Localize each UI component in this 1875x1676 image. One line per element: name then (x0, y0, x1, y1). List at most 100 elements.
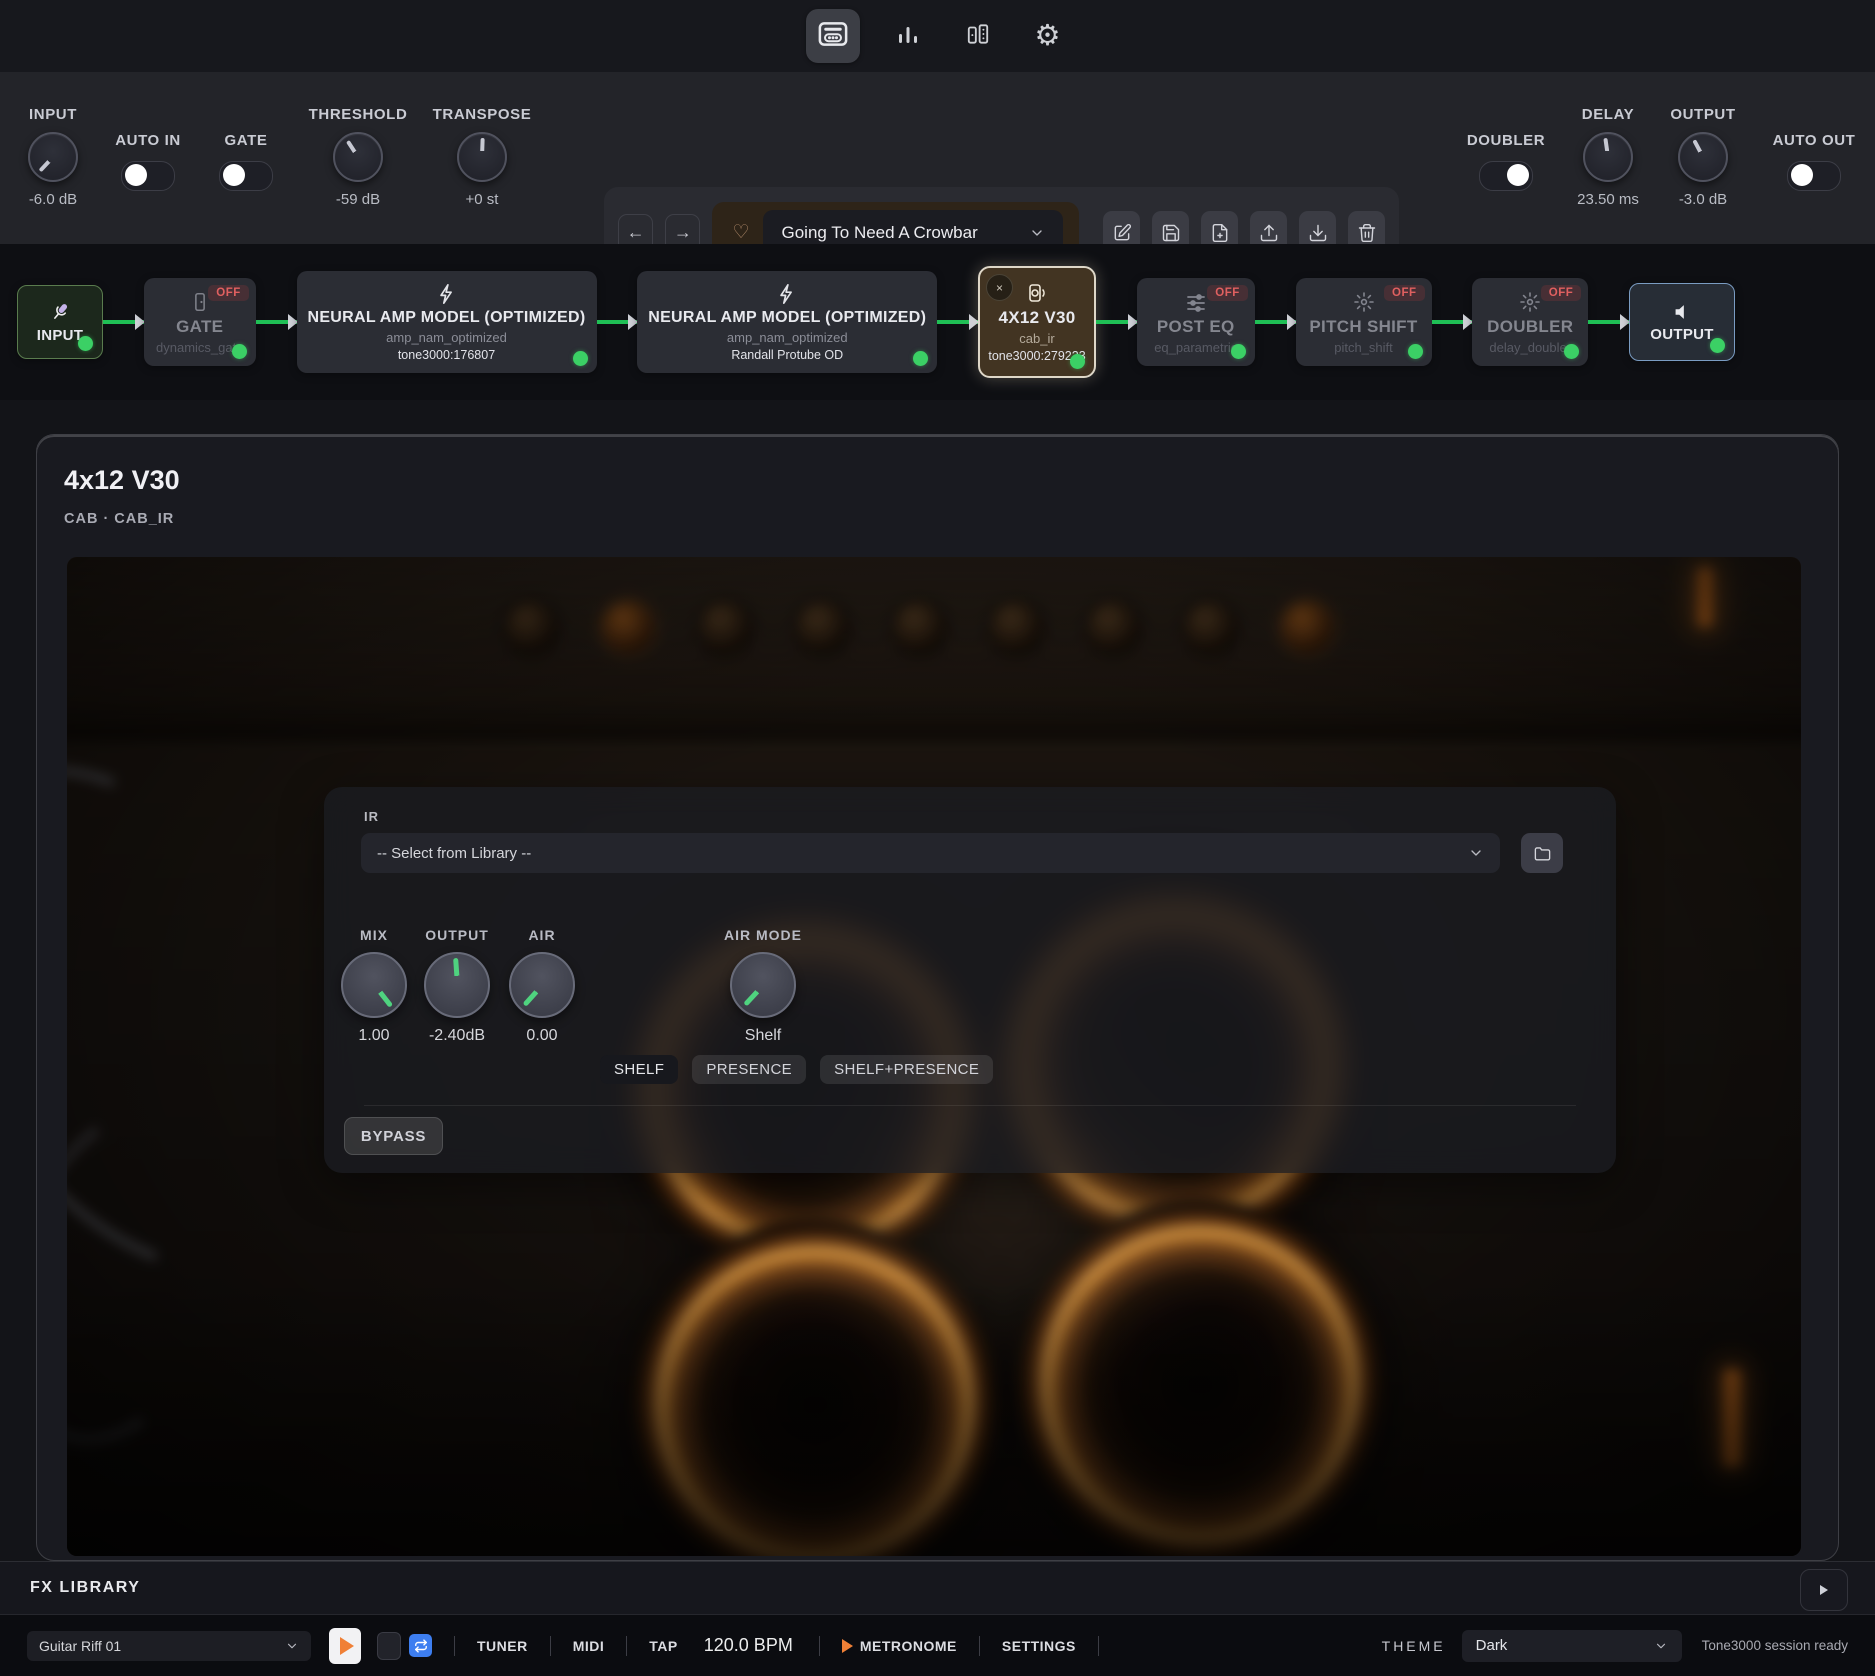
gear-icon: ⚙ (1035, 22, 1061, 51)
chevron-down-icon (1029, 225, 1045, 241)
transpose-label: TRANSPOSE (433, 106, 532, 123)
metronome-button[interactable]: METRONOME (842, 1638, 957, 1654)
levels-view-button[interactable] (886, 14, 930, 58)
air-mode-knob[interactable] (730, 952, 796, 1018)
status-dot (1070, 354, 1085, 369)
mode-presence-button[interactable]: PRESENCE (692, 1055, 806, 1084)
chain-node-post-eq[interactable]: OFF POST EQ eq_parametric (1137, 278, 1255, 366)
favorite-heart-icon[interactable]: ♡ (732, 221, 749, 244)
mode-shelf-presence-button[interactable]: SHELF+PRESENCE (820, 1055, 993, 1084)
separator (1098, 1636, 1099, 1656)
node-title: OUTPUT (1650, 326, 1713, 343)
chain-node-pitch-shift[interactable]: OFF PITCH SHIFT pitch_shift (1296, 278, 1432, 366)
node-title: INPUT (37, 327, 84, 344)
chevron-down-icon (1468, 845, 1484, 861)
sparkle-icon (1518, 290, 1542, 314)
node-subtitle: pitch_shift (1334, 340, 1393, 355)
node-subtitle: dynamics_gate (156, 340, 243, 355)
air-knob-value: 0.00 (526, 1027, 557, 1045)
theme-select[interactable]: Dark (1462, 1630, 1682, 1662)
auto-out-toggle[interactable] (1787, 161, 1841, 191)
chain-connector (256, 320, 297, 324)
node-title: GATE (176, 317, 223, 337)
delay-knob[interactable] (1583, 132, 1633, 182)
mix-knob[interactable] (341, 952, 407, 1018)
separator (626, 1636, 627, 1656)
midi-button[interactable]: MIDI (573, 1638, 605, 1654)
doubler-toggle[interactable] (1479, 161, 1533, 191)
mix-knob-label: MIX (360, 927, 388, 943)
amp-view-button[interactable] (806, 9, 860, 63)
lightning-bolt-icon (776, 282, 798, 306)
theme-label: THEME (1382, 1638, 1446, 1654)
chain-node-cab-selected[interactable]: × 4X12 V30 cab_ir tone3000:279223 (978, 266, 1096, 378)
upload-icon (1259, 223, 1279, 243)
chain-node-output[interactable]: OUTPUT (1629, 283, 1735, 361)
close-icon[interactable]: × (986, 274, 1013, 301)
node-subtitle: amp_nam_optimized (386, 330, 507, 345)
play-arrow-icon (1820, 1585, 1828, 1595)
fx-library-expand-button[interactable] (1800, 1569, 1848, 1611)
gate-toggle[interactable] (219, 161, 273, 191)
node-title: PITCH SHIFT (1309, 317, 1417, 337)
top-view-bar: ⚙ (0, 0, 1875, 72)
clip-loop-checkbox[interactable] (409, 1634, 432, 1657)
node-title: NEURAL AMP MODEL (OPTIMIZED) (307, 309, 585, 327)
air-knob[interactable] (509, 952, 575, 1018)
settings-view-button[interactable]: ⚙ (1026, 14, 1070, 58)
chain-node-amp-1[interactable]: NEURAL AMP MODEL (OPTIMIZED) amp_nam_opt… (297, 271, 597, 373)
node-subtitle: eq_parametric (1154, 340, 1237, 355)
auto-in-toggle[interactable] (121, 161, 175, 191)
tone3000-app: { "colors": {"accent_green": "#1fbf55", … (0, 0, 1875, 1676)
settings-button[interactable]: SETTINGS (1002, 1638, 1076, 1654)
bypass-button[interactable]: BYPASS (344, 1117, 443, 1155)
cabs-view-button[interactable] (956, 14, 1000, 58)
mix-knob-value: 1.00 (358, 1027, 389, 1045)
cab-output-knob[interactable] (424, 952, 490, 1018)
chain-node-doubler[interactable]: OFF DOUBLER delay_doubler (1472, 278, 1588, 366)
session-status: Tone3000 session ready (1702, 1638, 1848, 1653)
chain-node-input[interactable]: INPUT (17, 285, 103, 359)
loop-icon (414, 1639, 428, 1653)
input-knob[interactable] (28, 132, 78, 182)
tuner-button[interactable]: TUNER (477, 1638, 528, 1654)
cab-speaker-icon (1025, 281, 1049, 305)
separator (979, 1636, 980, 1656)
threshold-knob[interactable] (333, 132, 383, 182)
clip-select[interactable]: Guitar Riff 01 (27, 1631, 311, 1661)
clip-select-value: Guitar Riff 01 (39, 1638, 121, 1654)
status-dot (573, 351, 588, 366)
ir-library-select[interactable]: -- Select from Library -- (361, 833, 1500, 873)
tap-tempo-button[interactable]: TAP (649, 1638, 677, 1654)
clip-monitor-checkbox[interactable] (377, 1632, 401, 1660)
air-mode-label: AIR MODE (724, 927, 802, 943)
output-knob[interactable] (1678, 132, 1728, 182)
chain-connector (597, 320, 638, 324)
output-label: OUTPUT (1670, 106, 1735, 123)
clip-play-button[interactable] (329, 1628, 361, 1664)
bpm-value[interactable]: 120.0 BPM (704, 1635, 793, 1656)
output-value: -3.0 dB (1679, 191, 1727, 208)
cab-artwork: IR -- Select from Library -- MIX 1.00 OU… (67, 557, 1801, 1556)
chain-connector (1096, 320, 1137, 324)
edit-icon (1112, 223, 1132, 243)
download-icon (1308, 223, 1328, 243)
save-icon (1161, 223, 1181, 243)
node-model-id: tone3000:176807 (398, 348, 495, 362)
chain-node-amp-2[interactable]: NEURAL AMP MODEL (OPTIMIZED) amp_nam_opt… (637, 271, 937, 373)
transpose-knob[interactable] (457, 132, 507, 182)
ir-select-value: -- Select from Library -- (377, 845, 531, 862)
status-dot (1231, 344, 1246, 359)
mode-shelf-button[interactable]: SHELF (600, 1055, 678, 1084)
cab-editor-panel: 4x12 V30 CAB · CAB_IR IR (36, 434, 1839, 1561)
node-subtitle: amp_nam_optimized (727, 330, 848, 345)
delay-value: 23.50 ms (1577, 191, 1639, 208)
node-title: DOUBLER (1487, 317, 1573, 337)
bar-chart-icon (895, 22, 921, 51)
eq-sliders-icon (1184, 290, 1208, 314)
node-model-name: Randall Protube OD (731, 348, 843, 362)
chain-node-gate[interactable]: OFF GATE dynamics_gate (144, 278, 256, 366)
node-title: 4X12 V30 (998, 308, 1075, 328)
fx-library-bar: FX LIBRARY (0, 1561, 1875, 1614)
ir-file-browse-button[interactable] (1521, 833, 1563, 873)
